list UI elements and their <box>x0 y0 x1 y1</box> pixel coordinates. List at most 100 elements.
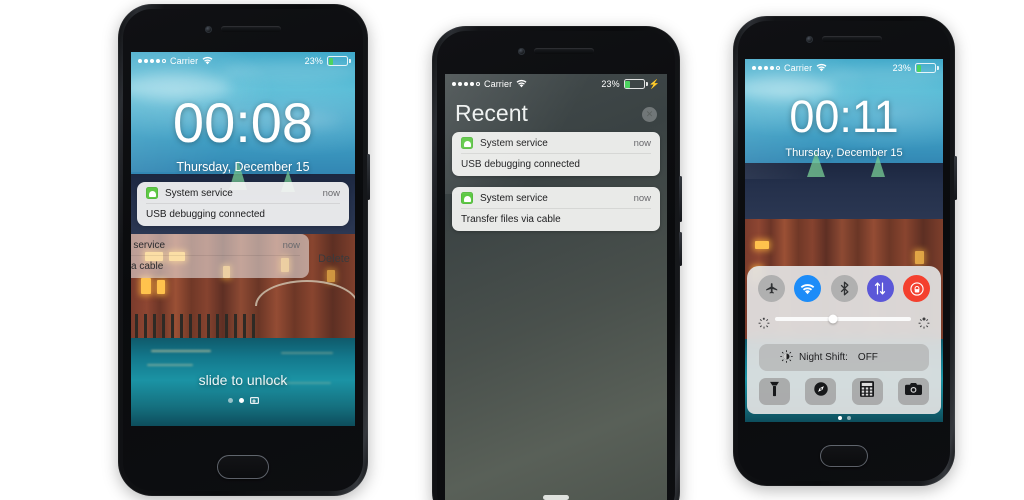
wifi-toggle[interactable] <box>794 275 822 302</box>
home-button[interactable] <box>820 445 868 467</box>
notification-header: System service now <box>137 182 349 203</box>
power-button-left[interactable] <box>367 154 370 200</box>
android-system-icon <box>461 192 473 204</box>
recent-screen[interactable]: Carrier 23% ⚡ Recent ✕ System service no… <box>445 74 667 500</box>
rotation-lock-toggle[interactable] <box>903 275 930 302</box>
android-system-icon <box>461 137 473 149</box>
notification-card-swiping[interactable]: n service now iles via cable <box>131 234 309 278</box>
notification-app-name: System service <box>480 192 548 204</box>
wallpaper-window-light <box>755 241 769 249</box>
carrier-label: Carrier <box>484 79 513 89</box>
lock-screen[interactable]: Carrier 23% 00:08 Thursday, December 15 <box>131 52 355 426</box>
notification-body: iles via cable <box>131 261 164 272</box>
front-camera-icon <box>518 47 525 55</box>
airdrop-toggle[interactable] <box>866 275 894 302</box>
signal-strength-icon <box>452 82 480 86</box>
earpiece-speaker-icon <box>534 48 594 54</box>
notification-header: System service now <box>452 132 660 153</box>
status-bar: Carrier 23% <box>745 59 943 77</box>
notification-app-name: System service <box>480 137 548 149</box>
phone-left: Carrier 23% 00:08 Thursday, December 15 <box>118 4 370 496</box>
front-camera-icon <box>806 35 813 43</box>
page-title: Recent <box>455 100 528 126</box>
notification-timestamp: now <box>633 192 651 204</box>
timer-button[interactable] <box>805 378 837 405</box>
brightness-knob[interactable] <box>828 314 838 323</box>
wallpaper-window-light <box>141 278 151 294</box>
page-dot <box>846 416 851 420</box>
night-shift-label: Night Shift: <box>799 352 848 363</box>
battery-percent-label: 23% <box>601 79 620 89</box>
close-circle-icon[interactable]: ✕ <box>642 107 657 122</box>
control-center-app-shortcuts <box>759 378 929 405</box>
flashlight-button[interactable] <box>759 378 790 405</box>
phone-center-sensors <box>437 47 675 55</box>
timer-icon <box>813 381 829 402</box>
phone-right: Carrier 23% 00:11 Thursday, December 15 <box>733 16 957 486</box>
earpiece-speaker-icon <box>822 36 882 42</box>
notification-timestamp: now <box>322 187 340 199</box>
page-dot-active <box>238 398 244 403</box>
night-shift-value: OFF <box>857 352 878 363</box>
control-center-panel[interactable]: Night Shift: OFF <box>747 266 941 414</box>
notification-app-name: System service <box>165 187 233 199</box>
power-button-center[interactable] <box>679 176 682 222</box>
signal-strength-icon <box>752 66 780 70</box>
battery-icon <box>624 79 648 89</box>
night-shift-icon <box>780 349 793 366</box>
calculator-button[interactable] <box>851 378 883 405</box>
brightness-low-icon <box>758 314 769 329</box>
bluetooth-toggle[interactable] <box>830 275 858 302</box>
lock-clock: 00:08 <box>172 91 314 154</box>
home-indicator[interactable] <box>543 495 569 500</box>
wallpaper-reflection <box>151 350 211 352</box>
android-system-icon <box>146 187 158 199</box>
notification-body: USB debugging connected <box>146 209 265 220</box>
airplane-mode-toggle[interactable] <box>758 275 785 302</box>
page-dot <box>227 398 233 403</box>
brightness-track[interactable] <box>775 314 911 323</box>
brightness-slider[interactable] <box>758 313 929 329</box>
bluetooth-icon <box>838 281 851 296</box>
wallpaper-reflection <box>281 352 333 354</box>
camera-button[interactable] <box>897 378 929 405</box>
slide-to-unlock-label: slide to unlock <box>198 372 288 388</box>
phone-center-glass: Carrier 23% ⚡ Recent ✕ System service no… <box>437 31 675 500</box>
notification-card[interactable]: System service now Transfer files via ca… <box>452 187 660 231</box>
control-center-screen[interactable]: Carrier 23% 00:11 Thursday, December 15 <box>745 59 943 422</box>
night-shift-button[interactable]: Night Shift: OFF <box>759 344 929 371</box>
notification-header: System service now <box>452 187 660 208</box>
notification-header: n service now <box>131 234 309 255</box>
wifi-icon <box>816 63 827 74</box>
scene: Carrier 23% 00:08 Thursday, December 15 <box>0 0 1024 500</box>
power-button-right[interactable] <box>954 156 957 200</box>
battery-icon <box>915 63 939 73</box>
wifi-icon <box>516 79 527 90</box>
status-bar: Carrier 23% ⚡ <box>445 74 667 94</box>
home-button[interactable] <box>217 455 269 479</box>
airdrop-icon <box>873 281 887 296</box>
carrier-label: Carrier <box>170 56 199 66</box>
phone-right-sensors <box>738 35 950 43</box>
airplane-icon <box>765 282 779 296</box>
signal-strength-icon <box>138 59 166 63</box>
delete-button[interactable]: Delete <box>309 250 355 268</box>
calculator-icon <box>860 381 875 402</box>
phone-center: Carrier 23% ⚡ Recent ✕ System service no… <box>432 26 682 500</box>
page-indicator <box>131 397 355 404</box>
status-bar: Carrier 23% <box>131 52 355 70</box>
wallpaper-window-light <box>915 251 924 264</box>
notification-card[interactable]: System service now USB debugging connect… <box>452 132 660 176</box>
notification-card[interactable]: System service now USB debugging connect… <box>137 182 349 226</box>
front-camera-icon <box>205 25 212 33</box>
camera-icon[interactable] <box>250 397 259 404</box>
earpiece-speaker-icon <box>221 26 281 32</box>
notification-timestamp: now <box>633 137 651 149</box>
notification-body: Transfer files via cable <box>461 214 561 225</box>
lock-date: Thursday, December 15 <box>176 160 310 174</box>
wallpaper-window-light <box>157 280 165 294</box>
battery-icon <box>327 56 351 66</box>
wallpaper-window-light <box>327 270 335 282</box>
brightness-high-icon <box>918 313 929 329</box>
volume-button-center[interactable] <box>679 232 682 266</box>
